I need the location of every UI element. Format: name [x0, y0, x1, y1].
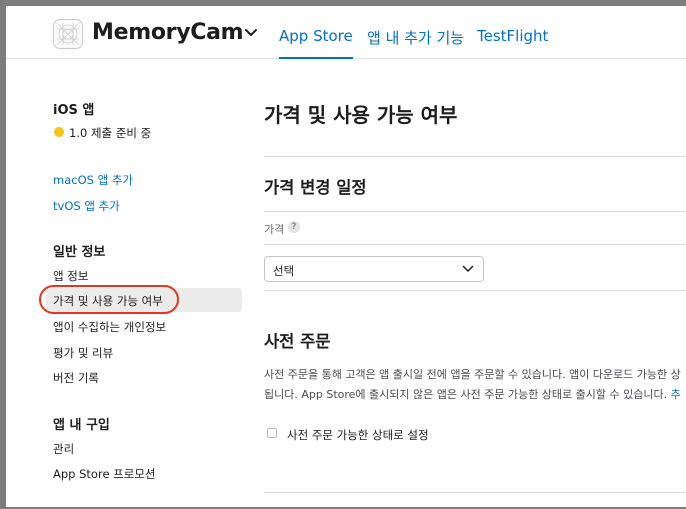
- preorder-checkbox[interactable]: [267, 428, 277, 438]
- sidebar-item-app-store-promotion[interactable]: App Store 프로모션: [53, 466, 156, 482]
- sidebar-item-app-privacy[interactable]: 앱이 수집하는 개인정보: [53, 319, 166, 335]
- sidebar-heading-ios-app: iOS 앱: [53, 103, 95, 118]
- chevron-down-icon[interactable]: [244, 28, 258, 37]
- price-select-value: 선택: [273, 264, 295, 278]
- tab-app-store[interactable]: App Store: [279, 27, 353, 59]
- learn-more-link[interactable]: 추: [671, 388, 681, 401]
- app-name[interactable]: MemoryCam: [92, 20, 244, 45]
- sidebar-item-app-info[interactable]: 앱 정보: [53, 268, 88, 284]
- tab-in-app-features[interactable]: 앱 내 추가 기능: [367, 27, 464, 48]
- sidebar-heading-general: 일반 정보: [53, 245, 106, 260]
- divider: [264, 156, 686, 157]
- preorder-description-line2: 됩니다. App Store에 출시되지 않은 앱은 사전 주문 가능한 상태로…: [264, 386, 681, 402]
- help-icon[interactable]: ?: [288, 221, 300, 233]
- chevron-down-icon: [462, 265, 474, 272]
- section-title-price-schedule: 가격 변경 일정: [264, 178, 367, 197]
- price-label: 가격: [264, 223, 285, 236]
- add-tvos-app-link[interactable]: tvOS 앱 추가: [53, 198, 120, 214]
- divider: [264, 244, 686, 245]
- section-title-preorder: 사전 주문: [264, 332, 331, 351]
- sidebar-item-version-history[interactable]: 버전 기록: [53, 370, 99, 386]
- preorder-description-line1: 사전 주문을 통해 고객은 앱 출시일 전에 앱을 주문할 수 있습니다. 앱이…: [264, 368, 681, 381]
- tab-testflight[interactable]: TestFlight: [477, 27, 548, 45]
- app-icon-grid-icon: [56, 22, 80, 46]
- sidebar-item-version[interactable]: 1.0 제출 준비 중: [69, 125, 151, 141]
- divider: [264, 492, 686, 493]
- sidebar-item-ratings-reviews[interactable]: 평가 및 리뷰: [53, 345, 113, 361]
- annotation-red-circle: [39, 285, 179, 314]
- page-title: 가격 및 사용 가능 여부: [264, 103, 458, 127]
- app-store-connect-window: MemoryCam App Store 앱 내 추가 기능 TestFlight…: [6, 6, 686, 507]
- top-header: MemoryCam App Store 앱 내 추가 기능 TestFlight: [6, 6, 686, 59]
- divider: [264, 211, 686, 212]
- app-icon[interactable]: [53, 19, 83, 49]
- add-macos-app-link[interactable]: macOS 앱 추가: [53, 172, 133, 188]
- status-dot-icon: [54, 127, 64, 137]
- preorder-description-text: 됩니다. App Store에 출시되지 않은 앱은 사전 주문 가능한 상태로…: [264, 388, 668, 401]
- sidebar-heading-iap: 앱 내 구입: [53, 418, 110, 433]
- divider: [264, 290, 686, 291]
- sidebar-item-manage[interactable]: 관리: [53, 441, 74, 457]
- preorder-checkbox-label[interactable]: 사전 주문 가능한 상태로 설정: [287, 427, 429, 443]
- price-select[interactable]: 선택: [264, 256, 484, 282]
